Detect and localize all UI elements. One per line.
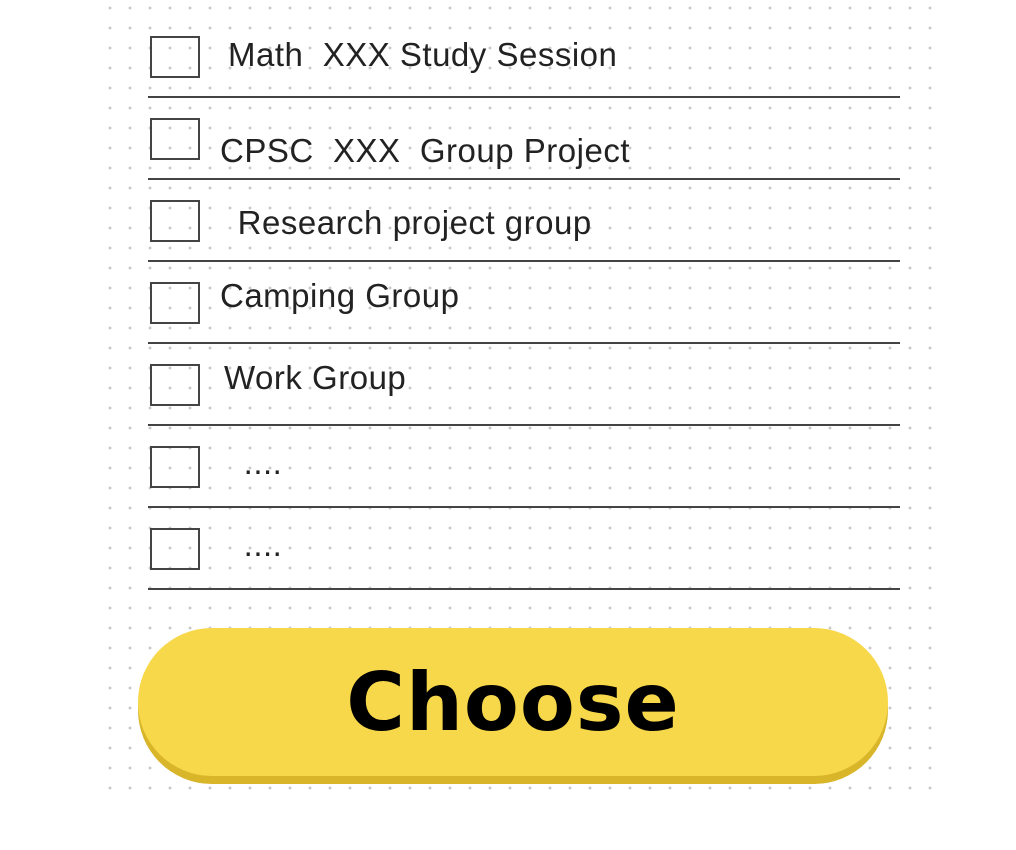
group-checkbox[interactable] [150, 528, 200, 570]
group-checkbox[interactable] [150, 36, 200, 78]
group-label: Camping Group [220, 277, 460, 314]
group-row: .... [148, 426, 900, 508]
group-row: CPSC XXX Group Project [148, 98, 900, 180]
group-label: .... [234, 526, 283, 563]
choose-button[interactable]: Choose [138, 628, 888, 776]
group-label: Math XXX Study Session [228, 36, 618, 73]
group-list: Math XXX Study Session CPSC XXX Group Pr… [148, 16, 900, 590]
choose-button-container: Choose [138, 628, 890, 784]
group-label: Research project group [228, 204, 592, 241]
group-row: .... [148, 508, 900, 590]
group-checkbox[interactable] [150, 118, 200, 160]
group-row: Camping Group [148, 262, 900, 344]
group-label: Work Group [224, 359, 407, 396]
group-checkbox[interactable] [150, 364, 200, 406]
group-row: Math XXX Study Session [148, 16, 900, 98]
group-label: CPSC XXX Group Project [220, 132, 630, 169]
group-row: Research project group [148, 180, 900, 262]
group-row: Work Group [148, 344, 900, 426]
group-checkbox[interactable] [150, 282, 200, 324]
group-checkbox[interactable] [150, 200, 200, 242]
group-label: .... [234, 444, 283, 481]
group-checkbox[interactable] [150, 446, 200, 488]
